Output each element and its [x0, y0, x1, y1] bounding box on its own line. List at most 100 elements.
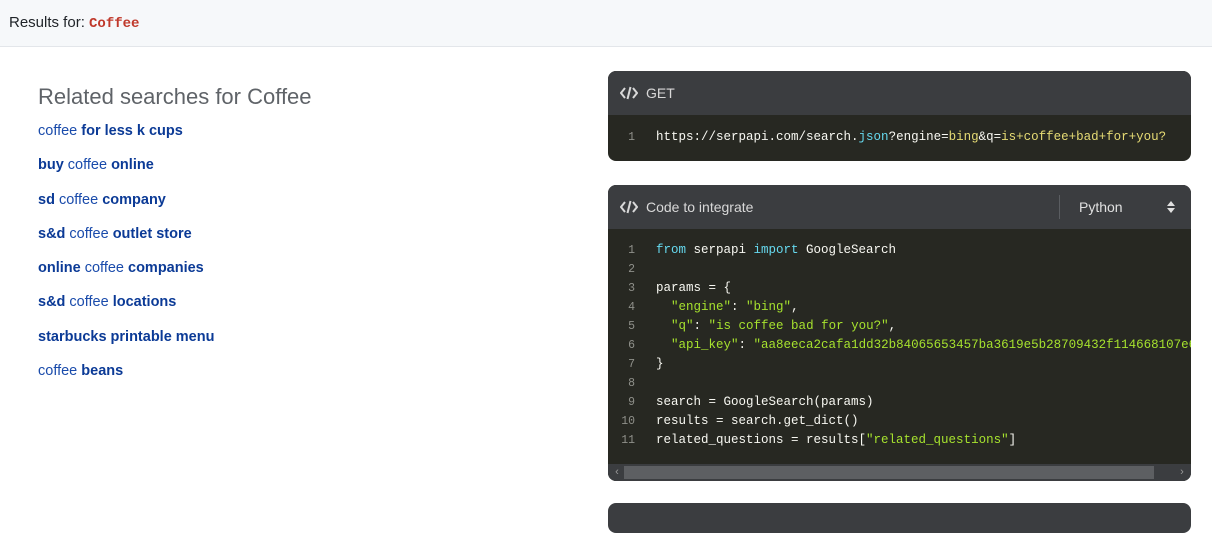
code-token: https://serpapi.com/search.: [656, 130, 859, 144]
next-panel: [608, 503, 1191, 533]
related-search-text: coffee: [63, 157, 112, 174]
get-url-code[interactable]: 1 https://serpapi.com/search.json?engine=…: [608, 115, 1191, 147]
related-search-item: s&d coffee locations: [38, 293, 558, 327]
results-query: Coffee: [89, 16, 140, 32]
related-search-link[interactable]: s&d coffee outlet store: [38, 226, 192, 242]
select-arrows-icon[interactable]: [1165, 199, 1177, 215]
code-token: "engine": [671, 300, 732, 314]
related-search-text: locations: [112, 294, 177, 311]
code-token: bing: [948, 130, 979, 144]
get-panel-title: GET: [646, 85, 675, 101]
line-number: 4: [628, 301, 635, 314]
code-text: related_questions = results["related_que…: [656, 431, 1016, 450]
code-token: params = {: [656, 281, 732, 295]
code-line: 7}: [608, 355, 1191, 374]
related-search-link[interactable]: coffee for less k cups: [38, 123, 183, 139]
related-searches-heading: Related searches for Coffee: [38, 84, 312, 109]
code-line: 5 "q": "is coffee bad for you?",: [608, 317, 1191, 336]
code-token: ,: [791, 300, 799, 314]
related-search-link[interactable]: coffee beans: [38, 363, 123, 379]
related-search-link[interactable]: starbucks printable menu: [38, 329, 214, 345]
related-search-text: beans: [81, 363, 124, 380]
code-token: "q": [671, 319, 694, 333]
related-search-text: coffee: [54, 191, 103, 208]
code-line: 4 "engine": "bing",: [608, 298, 1191, 317]
results-label: Results for: Coffee: [9, 14, 139, 32]
code-integrate-panel: Code to integrate Python 1 from serpapi i…: [608, 185, 1191, 481]
code-panel-title: Code to integrate: [646, 199, 754, 215]
code-line: 9 search = GoogleSearch(params): [608, 393, 1191, 412]
line-number: 1: [628, 244, 635, 257]
line-number: 1: [628, 131, 635, 144]
scrollbar-thumb[interactable]: [624, 466, 1154, 479]
code-token: GoogleSearch: [798, 243, 897, 257]
line-number: 11: [621, 434, 635, 447]
related-search-text: s&d: [38, 294, 66, 311]
related-searches: Related searches for Coffee coffee for l…: [38, 84, 558, 396]
related-search-item: coffee for less k cups: [38, 122, 558, 156]
related-search-item: s&d coffee outlet store: [38, 225, 558, 259]
code-line: 8: [608, 374, 1191, 393]
related-search-text: coffee: [38, 363, 82, 380]
code-token: import: [753, 243, 799, 257]
get-panel-header: GET: [608, 71, 1191, 115]
code-token: "related_questions": [866, 433, 1009, 447]
related-search-text: online: [38, 260, 81, 277]
code-text: "engine": "bing",: [656, 298, 799, 317]
related-search-item: buy coffee online: [38, 156, 558, 190]
related-search-link[interactable]: sd coffee company: [38, 192, 166, 208]
related-search-text: coffee: [80, 260, 128, 277]
code-panel-header: Code to integrate Python: [608, 185, 1191, 229]
code-line: 2: [608, 260, 1191, 279]
code-text: "api_key": "aa8eeca2cafa1dd32b8406565345…: [656, 336, 1191, 355]
code-token: }: [656, 357, 664, 371]
language-select[interactable]: Python: [1079, 199, 1123, 215]
code-line: 6 "api_key": "aa8eeca2cafa1dd32b84065653…: [608, 336, 1191, 355]
related-search-link[interactable]: buy coffee online: [38, 157, 154, 173]
related-search-text: s&d: [38, 225, 66, 242]
integration-code[interactable]: 1 from serpapi import GoogleSearch 2 3 param…: [608, 229, 1191, 464]
code-token: results = search.get_dict(): [656, 414, 859, 428]
related-search-text: coffee: [65, 294, 113, 311]
line-number: 9: [628, 396, 635, 409]
code-icon: [620, 200, 638, 214]
code-token: from: [656, 243, 687, 257]
related-search-text: outlet store: [112, 225, 192, 242]
code-token: "bing": [746, 300, 792, 314]
code-text: results = search.get_dict(): [656, 412, 859, 431]
get-request-panel: GET 1 https://serpapi.com/search.json?eng…: [608, 71, 1191, 161]
code-token: ]: [1008, 433, 1017, 447]
results-header: Results for: Coffee: [0, 0, 1212, 47]
code-line: 3 params = {: [608, 279, 1191, 298]
code-text: search = GoogleSearch(params): [656, 393, 874, 412]
code-text: "q": "is coffee bad for you?",: [656, 317, 896, 336]
code-token: "api_key": [671, 338, 739, 352]
related-search-text: coffee: [65, 225, 113, 242]
related-search-text: company: [102, 191, 166, 208]
code-token: is+coffee+bad+for+you?: [1001, 130, 1167, 144]
line-number: 10: [621, 415, 635, 428]
related-search-link[interactable]: s&d coffee locations: [38, 294, 176, 310]
scroll-right-icon[interactable]: ›: [1175, 465, 1189, 480]
code-line: 1 https://serpapi.com/search.json?engine=…: [608, 128, 1191, 147]
code-icon: [620, 86, 638, 100]
code-line: 11 related_questions = results["related_q…: [608, 431, 1191, 450]
related-search-item: sd coffee company: [38, 191, 558, 225]
related-search-link[interactable]: online coffee companies: [38, 260, 204, 276]
line-number: 7: [628, 358, 635, 371]
related-search-text: coffee: [38, 123, 82, 139]
code-text: from serpapi import GoogleSearch: [656, 241, 896, 260]
scroll-left-icon[interactable]: ‹: [610, 465, 624, 480]
code-token: :: [738, 338, 754, 352]
line-number: 3: [628, 282, 635, 295]
code-token: related_questions = results[: [656, 433, 867, 447]
code-token: serpapi: [686, 243, 754, 257]
code-token: search = GoogleSearch(params): [656, 395, 874, 409]
code-line: 10 results = search.get_dict(): [608, 412, 1191, 431]
related-search-text: buy: [38, 157, 64, 174]
related-search-item: starbucks printable menu: [38, 328, 558, 362]
horizontal-scrollbar[interactable]: ‹ ›: [608, 464, 1191, 481]
related-search-text: companies: [128, 260, 204, 277]
